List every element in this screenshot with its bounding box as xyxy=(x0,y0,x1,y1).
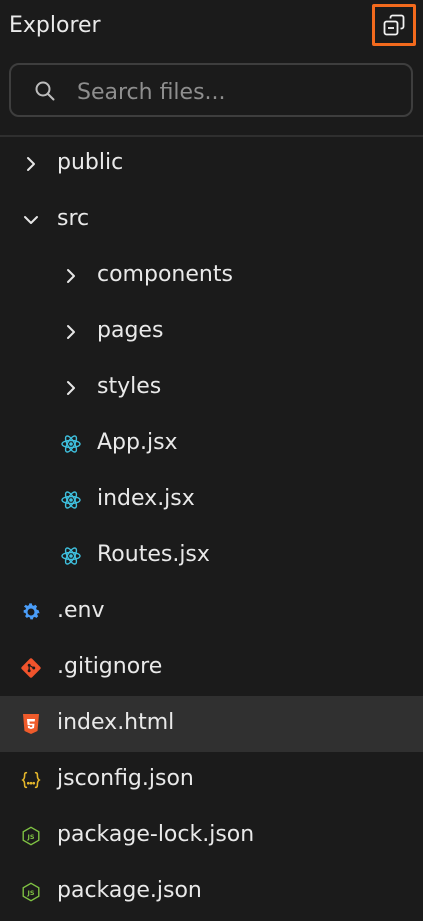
tree-item-label: index.html xyxy=(57,710,175,735)
tree-item-label: components xyxy=(97,262,233,287)
tree-item-label: public xyxy=(57,150,124,175)
file-index-jsx[interactable]: index.jsx xyxy=(0,472,423,528)
folder-public[interactable]: public xyxy=(0,136,423,192)
collapse-all-icon xyxy=(382,13,406,37)
tree-item-label: package.json xyxy=(57,878,202,903)
tree-item-label: .gitignore xyxy=(57,654,163,679)
gear-icon xyxy=(20,601,42,623)
react-icon xyxy=(60,489,82,511)
svg-text:JS: JS xyxy=(27,833,35,841)
nodejs-icon: JS xyxy=(20,825,42,847)
file-tree: public src components pages styles App.jsx ind… xyxy=(0,136,423,920)
search-box[interactable] xyxy=(9,63,413,117)
react-icon xyxy=(60,545,82,567)
chevron-right-icon xyxy=(60,321,82,343)
file-package-lock-json[interactable]: JS package-lock.json xyxy=(0,808,423,864)
tree-item-label: package-lock.json xyxy=(57,822,255,847)
tree-item-label: App.jsx xyxy=(97,430,178,455)
tree-item-label: index.jsx xyxy=(97,486,195,511)
search-input[interactable] xyxy=(75,73,399,111)
file-routes-jsx[interactable]: Routes.jsx xyxy=(0,528,423,584)
folder-styles[interactable]: styles xyxy=(0,360,423,416)
file-gitignore[interactable]: .gitignore xyxy=(0,640,423,696)
json-braces-icon xyxy=(20,769,42,791)
tree-item-label: pages xyxy=(97,318,164,343)
tree-item-label: .env xyxy=(57,598,105,623)
explorer-header: Explorer xyxy=(0,0,423,52)
tree-item-label: Routes.jsx xyxy=(97,542,210,567)
git-icon xyxy=(20,657,42,679)
chevron-down-icon xyxy=(20,209,42,231)
chevron-right-icon xyxy=(60,265,82,287)
folder-components[interactable]: components xyxy=(0,248,423,304)
tree-item-label: jsconfig.json xyxy=(57,766,194,791)
collapse-all-button[interactable] xyxy=(372,4,416,46)
file-index-html[interactable]: index.html xyxy=(0,696,423,752)
folder-pages[interactable]: pages xyxy=(0,304,423,360)
panel-title: Explorer xyxy=(9,13,101,38)
file-jsconfig-json[interactable]: jsconfig.json xyxy=(0,752,423,808)
tree-item-label: src xyxy=(57,206,90,231)
folder-src[interactable]: src xyxy=(0,192,423,248)
search-icon xyxy=(33,79,57,103)
react-icon xyxy=(60,433,82,455)
chevron-right-icon xyxy=(60,377,82,399)
nodejs-icon: JS xyxy=(20,881,42,903)
file-package-json[interactable]: JS package.json xyxy=(0,864,423,920)
svg-text:JS: JS xyxy=(27,889,35,897)
file-app-jsx[interactable]: App.jsx xyxy=(0,416,423,472)
html5-icon xyxy=(20,713,42,735)
chevron-right-icon xyxy=(20,153,42,175)
tree-item-label: styles xyxy=(97,374,162,399)
file-env[interactable]: .env xyxy=(0,584,423,640)
